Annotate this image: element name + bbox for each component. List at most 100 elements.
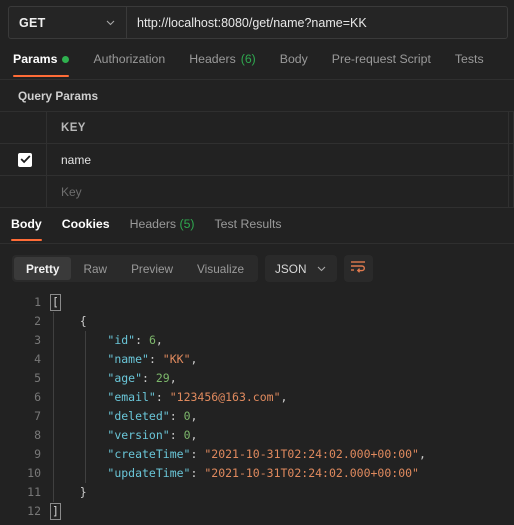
code-token: : [135,333,149,347]
http-method-selector[interactable]: GET [9,7,127,38]
url-input[interactable]: http://localhost:8080/get/name?name=KK [127,7,507,38]
code-token: } [52,485,87,499]
param-key-input[interactable]: name [47,144,514,175]
code-token: "id" [107,333,136,347]
response-language-selector[interactable]: JSON [265,255,337,282]
tab-pre-request-script[interactable]: Pre-request Script [332,48,431,77]
param-key-input-empty[interactable]: Key [47,176,514,207]
code-token: "2021-10-31T02:24:02.000+00:00" [204,466,419,480]
format-button-pretty[interactable]: Pretty [14,257,72,280]
indent-guide [53,445,54,464]
column-header-key: KEY [47,112,514,143]
tab-headers[interactable]: Headers (6) [189,48,256,77]
tab-response-body-label: Body [11,217,42,231]
tab-response-headers[interactable]: Headers (5) [130,212,195,241]
response-body-code-viewer[interactable]: 1[2 {3 "id": 6, 4 "name": "KK", 5 "age": 2… [0,293,514,525]
code-token: : [142,371,156,385]
code-token: "KK" [162,352,191,366]
tab-response-cookies[interactable]: Cookies [62,212,110,241]
word-wrap-toggle-button[interactable] [343,255,373,282]
response-tabs: Body Cookies Headers (5) Test Results [0,212,514,244]
indent-guide [85,350,86,369]
query-params-title: Query Params [0,81,514,112]
tab-body[interactable]: Body [280,48,308,77]
line-number: 3 [34,333,41,347]
indent-guide [85,426,86,445]
table-row[interactable]: Key [0,176,514,208]
indent-guide [85,331,86,350]
format-button-visualize[interactable]: Visualize [185,257,256,280]
tab-test-results[interactable]: Test Results [215,212,282,241]
indent-guide [53,407,54,426]
indent-guide [85,407,86,426]
request-tabs: Params Authorization Headers (6) Body Pr… [0,48,514,80]
tab-headers-label: Headers [189,52,236,66]
checkbox-checked-icon[interactable] [18,152,32,167]
indent-guide [85,445,86,464]
line-number: 11 [27,485,41,499]
code-token: 6 [148,333,156,347]
code-token: "123456@163.com" [169,390,281,404]
row-checkbox-cell[interactable] [0,144,47,175]
code-token: "version" [107,428,170,442]
code-line: 9 "createTime": "2021-10-31T02:24:02.000… [4,445,514,464]
line-number: 8 [34,428,41,442]
code-line: 5 "age": 29, [4,369,514,388]
code-line-text: "email": "123456@163.com", [52,388,514,407]
line-number: 4 [34,352,41,366]
code-line: 6 "email": "123456@163.com", [4,388,514,407]
code-token: 0 [183,409,191,423]
tab-params[interactable]: Params [13,48,70,77]
code-token: 29 [155,371,170,385]
row-checkbox-cell[interactable] [0,176,47,207]
indent-guide [53,388,54,407]
code-token: "email" [107,390,156,404]
indent-guide [53,350,54,369]
postman-request-response-pane: GET http://localhost:8080/get/name?name=… [0,0,514,525]
code-token: : [148,352,163,366]
tab-authorization[interactable]: Authorization [93,48,165,77]
chevron-down-icon [105,17,116,28]
line-number: 12 [27,504,41,518]
format-segmented-control: Pretty Raw Preview Visualize [12,255,259,282]
tab-pre-request-script-label: Pre-request Script [331,52,431,66]
code-token: ] [50,503,61,520]
indent-guide [85,464,86,483]
tab-tests[interactable]: Tests [455,48,484,77]
code-line-text: "createTime": "2021-10-31T02:24:02.000+0… [52,445,514,464]
code-token: "name" [107,352,149,366]
code-line-text: "deleted": 0, [52,407,514,426]
code-line-text: "id": 6, [52,331,514,350]
tab-params-label: Params [13,52,58,66]
format-button-preview[interactable]: Preview [119,257,185,280]
table-row[interactable]: name [0,144,514,176]
format-button-raw[interactable]: Raw [71,257,119,280]
code-line-text: "age": 29, [52,369,514,388]
chevron-down-icon [316,263,327,274]
tab-response-headers-label: Headers [129,217,177,231]
code-line: 12] [4,502,514,521]
header-checkbox-cell [0,112,47,143]
code-token: [ [50,294,61,311]
code-line-text: "updateTime": "2021-10-31T02:24:02.000+0… [52,464,514,483]
line-number: 6 [34,390,41,404]
code-token: "deleted" [107,409,170,423]
tab-response-body[interactable]: Body [11,212,42,241]
code-line: 8 "version": 0, [4,426,514,445]
code-line: 2 { [4,312,514,331]
tab-response-cookies-label: Cookies [61,217,110,231]
indent-guide [53,483,54,502]
code-token: "createTime" [107,447,191,461]
code-token: , [190,409,198,423]
tab-tests-label: Tests [454,52,484,66]
url-bar: GET http://localhost:8080/get/name?name=… [8,6,508,39]
code-token: , [169,371,177,385]
params-active-dot-icon [62,55,70,63]
code-line: 1[ [4,293,514,312]
